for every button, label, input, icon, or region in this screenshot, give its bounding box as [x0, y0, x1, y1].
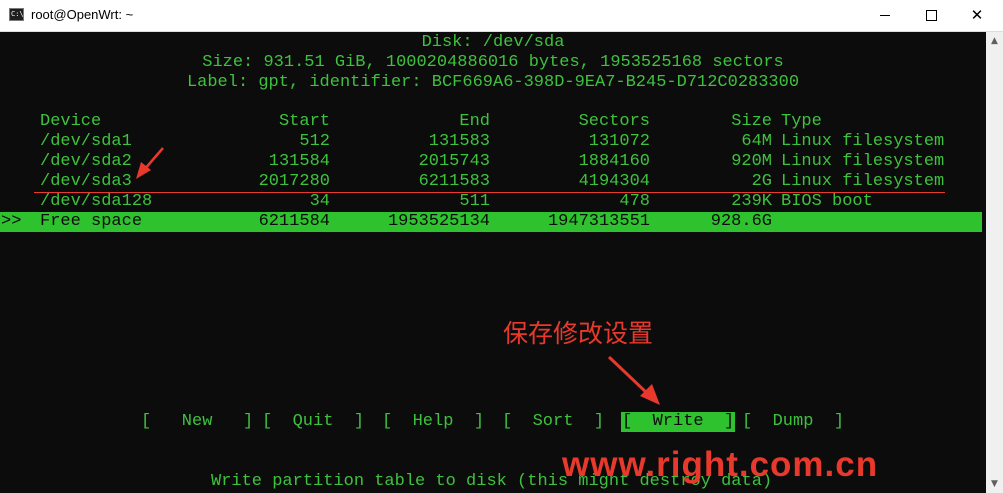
title-bar[interactable]: C:\ root@OpenWrt: ~ ✕: [0, 0, 1003, 32]
maximize-button[interactable]: [908, 0, 954, 31]
arrow-write: [607, 355, 660, 405]
scroll-down-icon[interactable]: ▼: [986, 479, 1003, 489]
close-icon: ✕: [970, 6, 984, 24]
terminal-area[interactable]: Disk: /dev/sda Size: 931.51 GiB, 1000204…: [0, 32, 986, 493]
minimize-icon: [880, 15, 890, 16]
annotation-arrows: [136, 147, 660, 405]
window-title: root@OpenWrt: ~: [31, 7, 134, 22]
maximize-icon: [925, 10, 937, 21]
vertical-scrollbar[interactable]: ▲ ▼: [986, 32, 1003, 493]
scroll-up-icon[interactable]: ▲: [986, 36, 1003, 46]
watermark-logo: www.right.com.cn: [562, 445, 879, 484]
close-button[interactable]: ✕: [954, 0, 1000, 31]
minimize-button[interactable]: [862, 0, 908, 31]
terminal-icon: C:\: [9, 8, 24, 21]
arrow-sda3: [136, 147, 164, 179]
